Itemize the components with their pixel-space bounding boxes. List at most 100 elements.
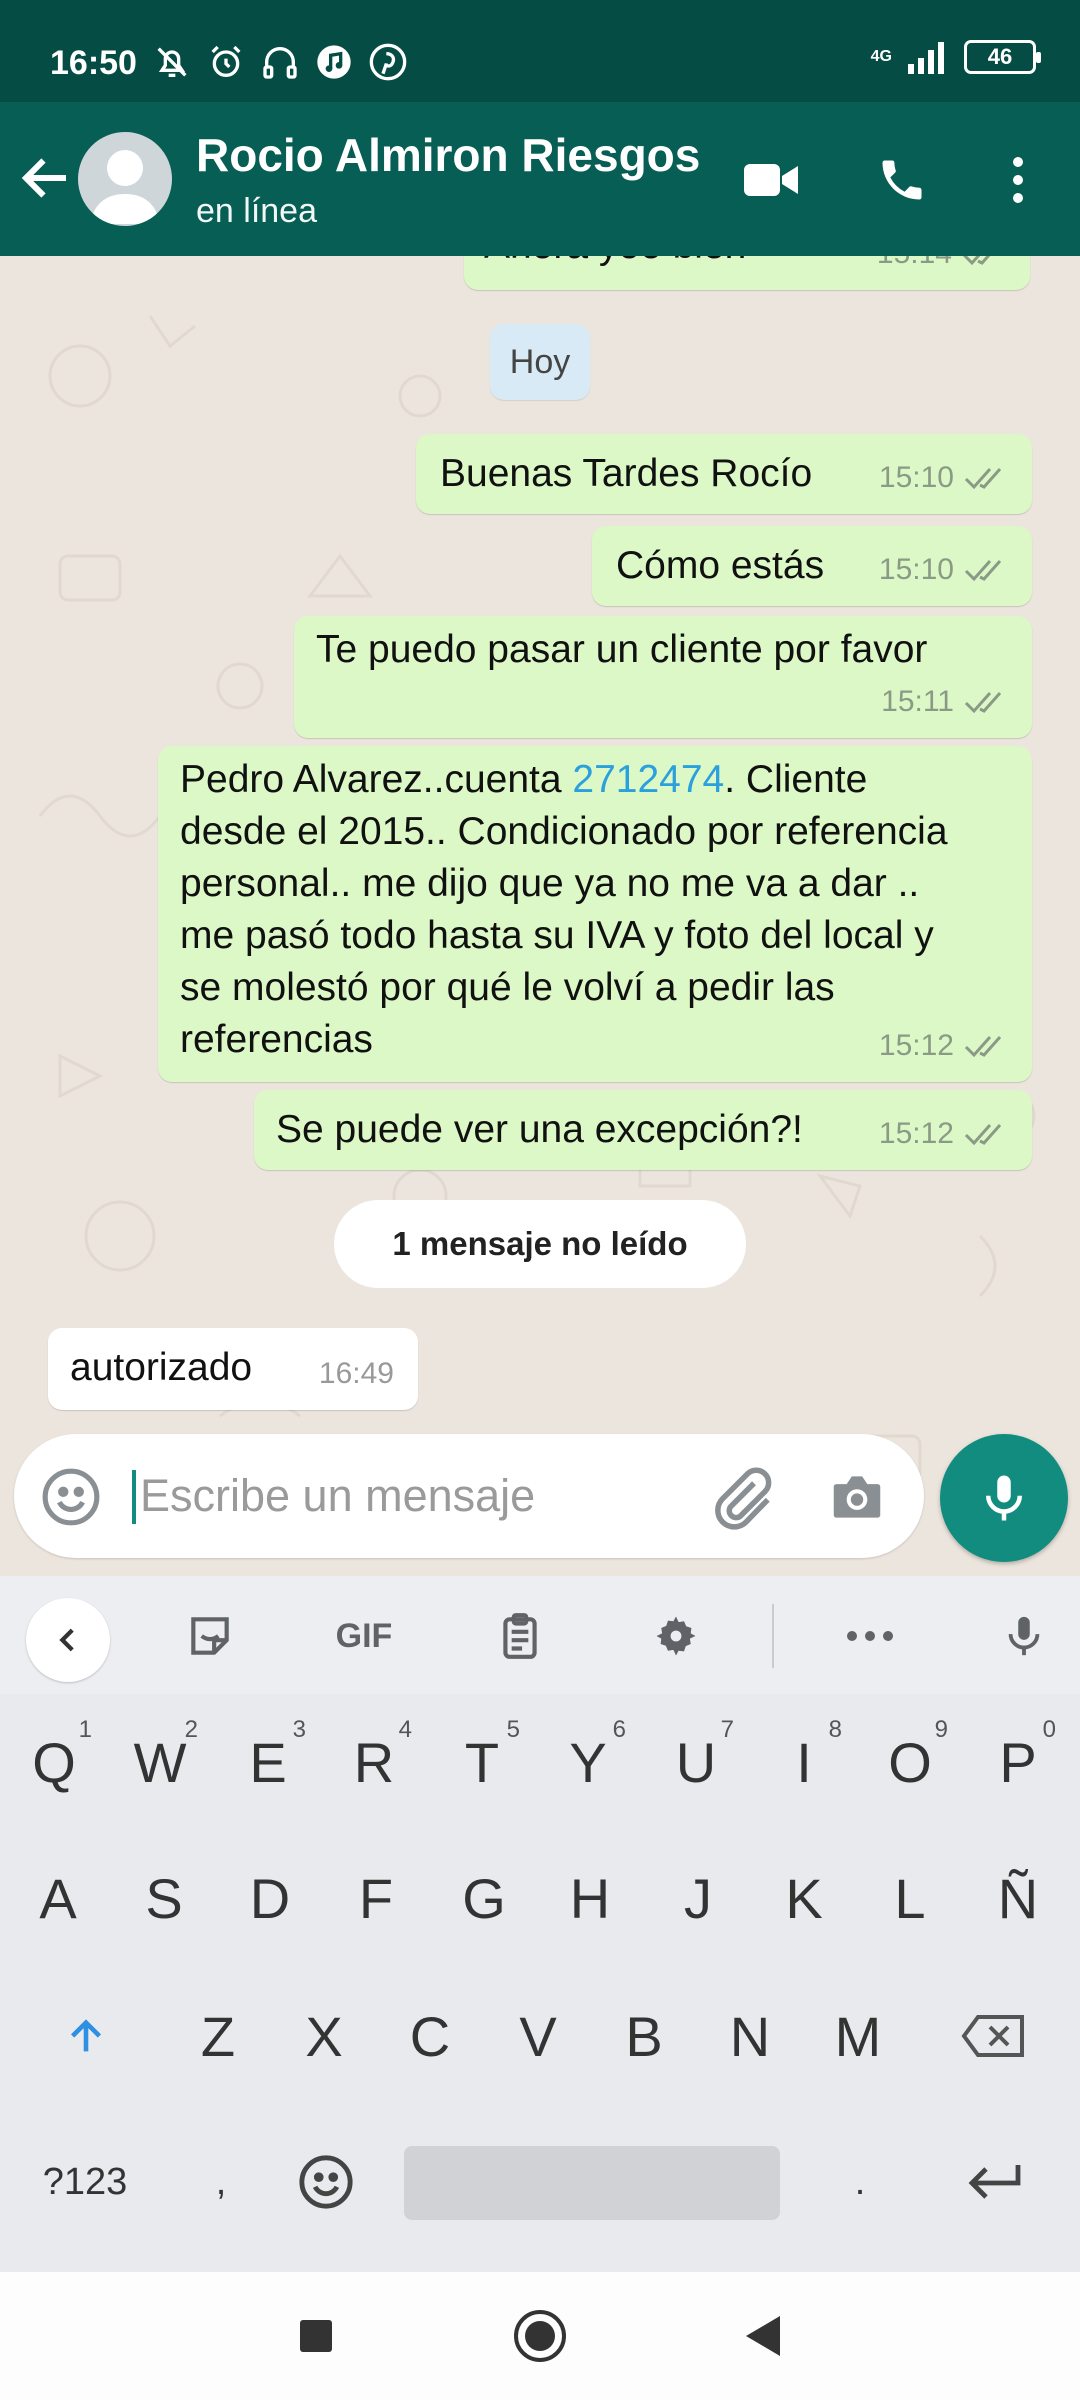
double-check-icon	[964, 692, 1002, 714]
message-input[interactable]	[140, 1464, 680, 1528]
backspace-key[interactable]	[938, 1986, 1048, 2086]
contact-name[interactable]: Rocio Almiron Riesgos	[196, 128, 700, 182]
emoji-icon	[299, 2155, 353, 2209]
avatar[interactable]	[78, 132, 172, 226]
key-t[interactable]: T5	[434, 1712, 530, 1812]
key-hint: 7	[720, 1716, 734, 1743]
message-bubble-outgoing[interactable]: Ahora yoo bien 15:14	[464, 256, 1030, 290]
key-d[interactable]: D	[222, 1848, 318, 1948]
message-bubble-outgoing[interactable]: Se puede ver una excepción?! 15:12	[254, 1090, 1032, 1170]
space-key[interactable]	[404, 2146, 780, 2220]
message-meta: 15:10	[879, 544, 1008, 596]
message-bubble-outgoing[interactable]: Pedro Alvarez..cuenta 2712474. Cliente d…	[158, 746, 1032, 1082]
voice-typing-button[interactable]	[982, 1602, 1066, 1670]
key-hint: 9	[934, 1716, 948, 1743]
sticker-button[interactable]	[168, 1602, 252, 1670]
key-j[interactable]: J	[650, 1848, 746, 1948]
key-label: P	[999, 1730, 1037, 1794]
key-v[interactable]: V	[490, 1986, 586, 2086]
key-k[interactable]: K	[756, 1848, 852, 1948]
square-icon	[300, 2320, 332, 2352]
clipboard-button[interactable]	[478, 1602, 562, 1670]
phone-icon	[882, 160, 922, 200]
key-r[interactable]: R4	[326, 1712, 422, 1812]
phone-number-link[interactable]: 2712474	[572, 758, 724, 801]
voice-message-button[interactable]	[940, 1434, 1068, 1562]
message-text: Buenas Tardes Rocío	[440, 452, 813, 495]
key-z[interactable]: Z	[170, 1986, 266, 2086]
key-x[interactable]: X	[276, 1986, 372, 2086]
camera-button[interactable]	[826, 1466, 888, 1528]
message-bubble-outgoing[interactable]: Cómo estás 15:10	[592, 526, 1032, 606]
key-y[interactable]: Y6	[540, 1712, 636, 1812]
key-label: R	[353, 1730, 395, 1794]
sticker-icon	[191, 1617, 229, 1655]
video-call-button[interactable]	[740, 148, 804, 212]
key-label: E	[249, 1730, 287, 1794]
key-c[interactable]: C	[382, 1986, 478, 2086]
key-a[interactable]: A	[10, 1848, 106, 1948]
more-vert-icon	[1013, 157, 1023, 203]
key-o[interactable]: O9	[862, 1712, 958, 1812]
mute-icon	[157, 47, 187, 77]
emoji-icon	[42, 1468, 100, 1526]
key-n[interactable]: N	[702, 1986, 798, 2086]
key-q[interactable]: Q1	[6, 1712, 102, 1812]
message-time: 15:14	[877, 256, 952, 280]
shift-key[interactable]	[36, 1986, 136, 2086]
message-bubble-outgoing[interactable]: Buenas Tardes Rocío 15:10	[416, 434, 1032, 514]
double-check-icon	[964, 468, 1002, 490]
emoji-key[interactable]	[278, 2132, 374, 2232]
message-meta: 15:10	[879, 452, 1008, 504]
recents-button[interactable]	[284, 2304, 348, 2368]
key-h[interactable]: H	[542, 1848, 638, 1948]
keyboard-toolbar: GIF	[0, 1576, 1080, 1694]
key-f[interactable]: F	[328, 1848, 424, 1948]
message-composer[interactable]	[14, 1434, 924, 1558]
enter-key[interactable]	[940, 2132, 1050, 2232]
key-label: W	[133, 1730, 187, 1794]
message-bubble-incoming[interactable]: autorizado 16:49	[48, 1328, 418, 1410]
key-u[interactable]: U7	[648, 1712, 744, 1812]
key-hint: 2	[184, 1716, 198, 1743]
network-type: 4G	[870, 48, 892, 65]
message-time: 15:10	[878, 553, 954, 586]
symbols-key[interactable]: ?123	[20, 2132, 150, 2232]
key-i[interactable]: I8	[756, 1712, 852, 1812]
headphones-icon	[263, 47, 297, 79]
message-bubble-outgoing[interactable]: Te puedo pasar un cliente por favor 15:1…	[294, 616, 1032, 738]
key-w[interactable]: W2	[112, 1712, 208, 1812]
signal-icon	[908, 42, 944, 74]
key-g[interactable]: G	[436, 1848, 532, 1948]
keyboard-settings-button[interactable]	[634, 1602, 718, 1670]
key-s[interactable]: S	[116, 1848, 212, 1948]
home-button[interactable]	[508, 2304, 572, 2368]
key-comma[interactable]: ,	[176, 2132, 266, 2232]
chat-area[interactable]: Ahora yoo bien 15:14 Hoy Buenas Tardes R…	[0, 256, 1080, 1576]
key-e[interactable]: E3	[220, 1712, 316, 1812]
message-text: Pedro Alvarez..cuenta 2712474. Cliente d…	[180, 754, 970, 1066]
status-bar: 16:50 4G 46	[0, 0, 1080, 102]
notification-icons	[152, 42, 408, 82]
key-p[interactable]: P0	[970, 1712, 1066, 1812]
message-text: Te puedo pasar un cliente por favor	[316, 628, 928, 671]
back-arrow-icon	[21, 158, 66, 198]
key-period[interactable]: .	[812, 2132, 908, 2232]
more-options-button[interactable]	[986, 148, 1050, 212]
back-button[interactable]	[16, 148, 76, 208]
nav-back-button[interactable]	[730, 2304, 794, 2368]
clipboard-icon	[503, 1613, 537, 1659]
key-n-tilde[interactable]: Ñ	[970, 1848, 1066, 1948]
key-label: Y	[569, 1730, 607, 1794]
keyboard-collapse-button[interactable]	[26, 1598, 110, 1682]
key-m[interactable]: M	[810, 1986, 906, 2086]
key-l[interactable]: L	[862, 1848, 958, 1948]
key-label: T	[464, 1730, 500, 1794]
gif-button[interactable]: GIF	[322, 1602, 406, 1670]
more-tools-button[interactable]	[828, 1602, 912, 1670]
key-b[interactable]: B	[596, 1986, 692, 2086]
attach-button[interactable]	[710, 1464, 776, 1530]
double-check-icon	[962, 256, 991, 266]
emoji-button[interactable]	[40, 1466, 102, 1528]
voice-call-button[interactable]	[870, 148, 934, 212]
